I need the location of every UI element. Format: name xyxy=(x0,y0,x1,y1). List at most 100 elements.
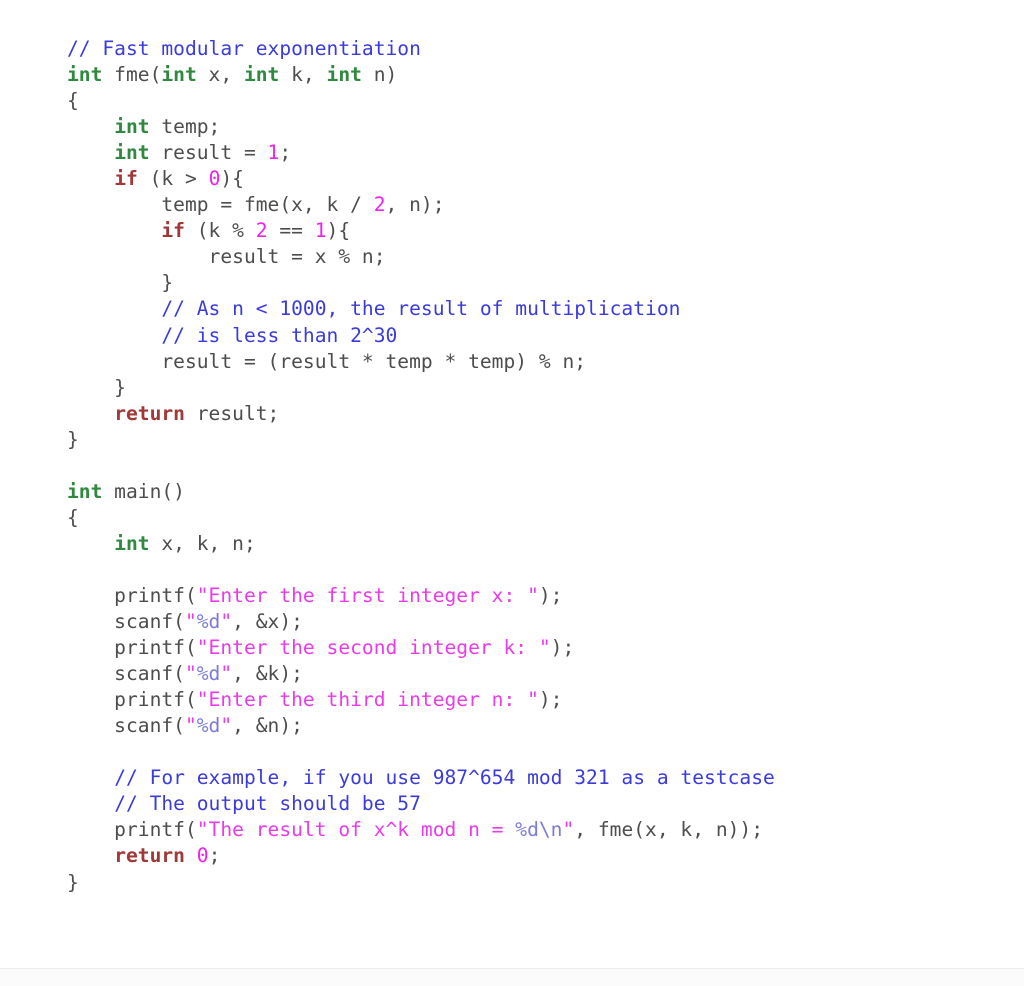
code-line: printf("Enter the third integer n: "); xyxy=(67,687,775,713)
code-token-type: int xyxy=(67,63,103,87)
code-token-plain: k, xyxy=(279,63,327,87)
code-token-type: int xyxy=(114,531,150,555)
code-token-plain: result = (result * temp * temp) % n; xyxy=(67,349,587,373)
code-token-string: " xyxy=(562,818,575,842)
code-token-string: " xyxy=(220,714,233,738)
code-token-comment: // For example, if you use 987^654 mod 3… xyxy=(114,766,775,790)
code-token-string: " xyxy=(184,610,197,634)
code-line: scanf("%d", &k); xyxy=(67,661,775,687)
code-token-plain: ){ xyxy=(220,167,244,191)
code-token-plain: == xyxy=(267,219,315,243)
code-line: } xyxy=(67,870,775,896)
code-line: printf("The result of x^k mod n = %d\n",… xyxy=(67,817,775,843)
code-line: int fme(int x, int k, int n) xyxy=(67,62,775,88)
code-token-plain: , fme(x, k, n)); xyxy=(574,818,764,842)
code-line: int result = 1; xyxy=(67,140,775,166)
code-line: return 0; xyxy=(67,843,775,869)
code-token-plain: ){ xyxy=(326,219,351,243)
code-token-string: " xyxy=(184,714,197,738)
code-token-plain: } xyxy=(67,271,174,295)
code-token-type: int xyxy=(326,63,362,87)
code-token-plain: printf( xyxy=(67,818,197,842)
code-token-plain: x, xyxy=(196,63,244,87)
code-token-plain: result = x % n; xyxy=(67,245,386,269)
code-token-plain: } xyxy=(67,427,79,451)
code-token-plain: , &n); xyxy=(232,714,303,738)
code-token-escape: %d\n xyxy=(515,818,563,842)
code-line: printf("Enter the second integer k: "); xyxy=(67,635,775,661)
bottom-strip xyxy=(0,969,1024,986)
code-line: int main() xyxy=(67,479,775,505)
code-token-plain: n) xyxy=(361,63,398,87)
code-token-plain: ); xyxy=(538,688,563,712)
code-token-escape: %d xyxy=(196,610,221,634)
code-token-plain: result; xyxy=(184,401,280,425)
code-token-type: int xyxy=(114,141,150,165)
code-token-plain: (k % xyxy=(184,219,256,243)
code-token-plain: { xyxy=(67,505,79,529)
code-token-string: "The result of x^k mod n = xyxy=(196,818,516,842)
code-token-plain: ; xyxy=(279,141,292,165)
code-token-plain: temp = fme(x, k / xyxy=(67,193,374,217)
code-token-string: " xyxy=(220,610,233,634)
code-token-plain: printf( xyxy=(67,636,197,660)
code-line: } xyxy=(67,270,775,296)
code-line: scanf("%d", &n); xyxy=(67,713,775,739)
code-line: // Fast modular exponentiation xyxy=(67,36,775,62)
code-token-plain: fme( xyxy=(102,63,162,87)
code-line: int temp; xyxy=(67,114,775,140)
code-line: { xyxy=(67,88,775,114)
code-token-plain: scanf( xyxy=(67,610,185,634)
code-token-string: "Enter the first integer x: " xyxy=(196,583,539,607)
code-token-keyword: if xyxy=(114,167,138,191)
code-token-string: " xyxy=(220,662,233,686)
code-token-plain: } xyxy=(67,870,79,894)
code-token-plain: ); xyxy=(538,583,563,607)
code-token-plain: x, k, n; xyxy=(149,531,256,555)
code-line: } xyxy=(67,427,775,453)
code-token-type: int xyxy=(114,115,150,139)
code-listing[interactable]: // Fast modular exponentiation int fme(i… xyxy=(67,36,775,896)
code-line: scanf("%d", &x); xyxy=(67,609,775,635)
code-token-keyword: return xyxy=(114,844,185,868)
code-token-comment: // The output should be 57 xyxy=(114,792,421,816)
code-token-plain: , n); xyxy=(385,193,445,217)
code-token-plain: , &k); xyxy=(232,662,303,686)
code-line: // is less than 2^30 xyxy=(67,323,775,349)
code-token-plain: (k > xyxy=(137,167,209,191)
code-viewer: // Fast modular exponentiation int fme(i… xyxy=(0,0,1024,986)
code-token-number: 1 xyxy=(314,219,327,243)
code-token-number: 2 xyxy=(373,193,386,217)
code-token-number: 2 xyxy=(255,219,268,243)
code-token-escape: %d xyxy=(196,714,221,738)
code-token-type: int xyxy=(243,63,280,87)
code-token-string: " xyxy=(184,662,197,686)
code-token-comment: // Fast modular exponentiation xyxy=(67,37,421,60)
code-token-plain: ; xyxy=(208,844,221,868)
code-token-plain: ); xyxy=(550,636,575,660)
code-token-number: 0 xyxy=(208,167,221,191)
code-line: { xyxy=(67,505,775,531)
code-token-string: "Enter the second integer k: " xyxy=(196,636,551,660)
code-token-keyword: return xyxy=(114,401,185,425)
code-line: } xyxy=(67,375,775,401)
code-token-plain: scanf( xyxy=(67,714,185,738)
code-token-plain: } xyxy=(67,375,126,399)
code-line: // As n < 1000, the result of multiplica… xyxy=(67,296,775,322)
code-line: temp = fme(x, k / 2, n); xyxy=(67,192,775,218)
code-token-plain: printf( xyxy=(67,688,197,712)
code-line: if (k % 2 == 1){ xyxy=(67,218,775,244)
code-line: result = x % n; xyxy=(67,244,775,270)
code-line: // For example, if you use 987^654 mod 3… xyxy=(67,765,775,791)
code-line: printf("Enter the first integer x: "); xyxy=(67,583,775,609)
